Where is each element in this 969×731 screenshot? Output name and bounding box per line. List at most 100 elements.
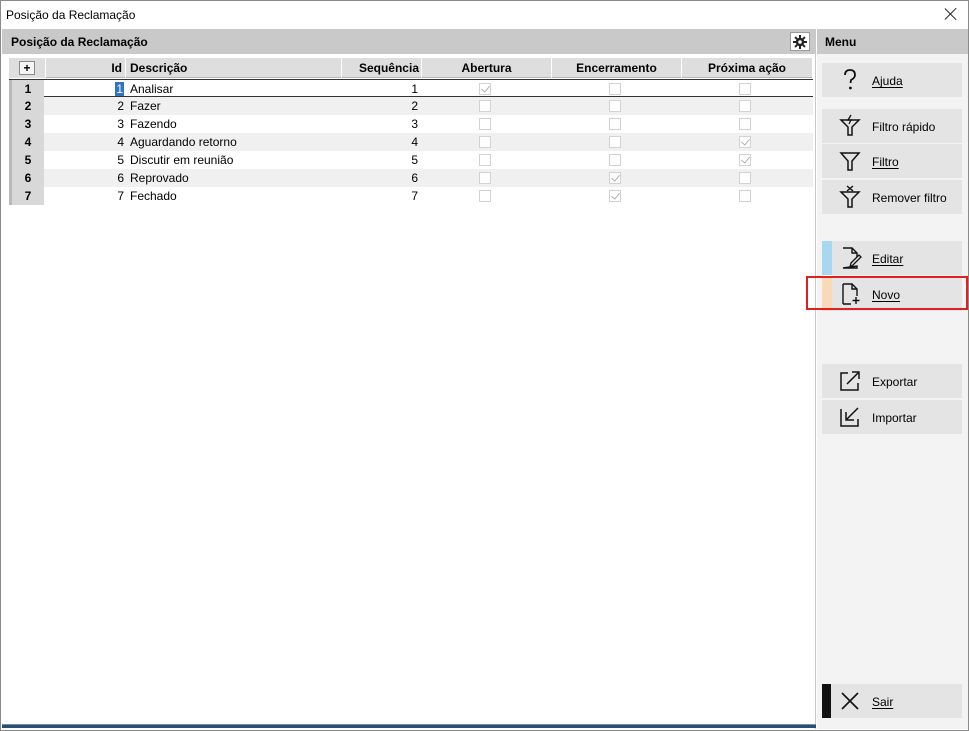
table-row[interactable]: 6 6 Reprovado 6	[9, 169, 813, 187]
checkbox-abertura[interactable]	[479, 172, 491, 184]
checkbox-abertura[interactable]	[479, 136, 491, 148]
table-row[interactable]: 1 1 Analisar 1	[9, 79, 813, 98]
cell-descricao[interactable]: Fazer	[130, 97, 340, 115]
close-window-button[interactable]	[942, 5, 960, 23]
cell-id[interactable]: 6	[46, 169, 124, 187]
import-icon	[838, 405, 862, 429]
remove-filter-label: Remover filtro	[872, 191, 947, 205]
checkbox-encerramento[interactable]	[609, 172, 621, 184]
exit-accent	[822, 684, 831, 718]
filter-label: Filtro	[872, 155, 899, 169]
cell-descricao[interactable]: Fazendo	[130, 115, 340, 133]
add-row-button[interactable]: +	[19, 61, 35, 75]
import-label: Importar	[872, 411, 917, 425]
edit-button[interactable]: Editar	[822, 241, 962, 275]
remove-filter-button[interactable]: Remover filtro	[822, 180, 962, 214]
checkbox-encerramento[interactable]	[609, 190, 621, 202]
checkbox-abertura[interactable]	[479, 83, 491, 95]
export-button[interactable]: Exportar	[822, 364, 962, 398]
checkbox-abertura[interactable]	[479, 190, 491, 202]
cell-sequencia[interactable]: 4	[342, 133, 418, 151]
table-row[interactable]: 7 7 Fechado 7	[9, 187, 813, 205]
cell-descricao[interactable]: Reprovado	[130, 169, 340, 187]
cell-descricao[interactable]: Discutir em reunião	[130, 151, 340, 169]
cell-id-value: 3	[117, 117, 124, 131]
column-header-sequencia[interactable]: Sequência	[342, 58, 422, 78]
checkbox-abertura[interactable]	[479, 100, 491, 112]
checkbox-encerramento[interactable]	[609, 83, 621, 95]
table-row[interactable]: 4 4 Aguardando retorno 4	[9, 133, 813, 151]
checkbox-proxima-acao[interactable]	[739, 136, 751, 148]
table-row[interactable]: 2 2 Fazer 2	[9, 97, 813, 115]
column-header-id[interactable]: Id	[46, 58, 126, 78]
cell-descricao[interactable]: Aguardando retorno	[130, 133, 340, 151]
cell-id[interactable]: 3	[46, 115, 124, 133]
new-document-icon	[838, 282, 862, 306]
column-header-encerramento[interactable]: Encerramento	[552, 58, 682, 78]
grid-header: + Id Descrição Sequência Abertura Encerr…	[9, 58, 813, 78]
cell-sequencia[interactable]: 2	[342, 97, 418, 115]
row-number[interactable]: 1	[9, 80, 44, 98]
edit-document-icon	[838, 246, 862, 270]
row-number[interactable]: 2	[9, 97, 44, 115]
help-label: Ajuda	[872, 74, 903, 88]
row-number[interactable]: 7	[9, 187, 44, 205]
export-icon	[838, 369, 862, 393]
column-header-abertura[interactable]: Abertura	[422, 58, 552, 78]
checkbox-abertura[interactable]	[479, 154, 491, 166]
remove-filter-icon	[838, 185, 862, 209]
checkbox-encerramento[interactable]	[609, 154, 621, 166]
table-row[interactable]: 5 5 Discutir em reunião 5	[9, 151, 813, 169]
cell-id-value: 1	[115, 82, 124, 96]
checkbox-proxima-acao[interactable]	[739, 100, 751, 112]
cell-id[interactable]: 1	[46, 80, 124, 98]
main-panel: Posição da Reclamação + Id Descrição Seq…	[2, 29, 816, 729]
cell-descricao[interactable]: Analisar	[130, 80, 340, 98]
cell-id[interactable]: 2	[46, 97, 124, 115]
row-number[interactable]: 5	[9, 151, 44, 169]
cell-id[interactable]: 4	[46, 133, 124, 151]
cell-id[interactable]: 7	[46, 187, 124, 205]
checkbox-encerramento[interactable]	[609, 136, 621, 148]
row-number[interactable]: 3	[9, 115, 44, 133]
import-button[interactable]: Importar	[822, 400, 962, 434]
cell-descricao[interactable]: Fechado	[130, 187, 340, 205]
edit-label: Editar	[872, 252, 904, 266]
cell-id-value: 2	[117, 99, 124, 113]
checkbox-proxima-acao[interactable]	[739, 118, 751, 130]
menu-header: Menu	[817, 29, 968, 54]
column-header-proxima-acao[interactable]: Próxima ação	[682, 58, 813, 78]
export-label: Exportar	[872, 375, 918, 389]
checkbox-abertura[interactable]	[479, 118, 491, 130]
table-row[interactable]: 3 3 Fazendo 3	[9, 115, 813, 133]
cell-id-value: 6	[117, 171, 124, 185]
help-button[interactable]: Ajuda	[822, 63, 962, 97]
row-number[interactable]: 6	[9, 169, 44, 187]
new-button[interactable]: Novo	[822, 277, 962, 311]
checkbox-encerramento[interactable]	[609, 100, 621, 112]
exit-label: Sair	[872, 695, 894, 709]
panel-title: Posição da Reclamação	[11, 35, 148, 49]
side-menu: Menu Ajuda Filtro rápido Filtro Remover	[817, 29, 968, 729]
cell-sequencia[interactable]: 3	[342, 115, 418, 133]
cell-id-value: 5	[117, 153, 124, 167]
gear-icon[interactable]	[790, 32, 810, 51]
checkbox-proxima-acao[interactable]	[739, 172, 751, 184]
checkbox-encerramento[interactable]	[609, 118, 621, 130]
quick-filter-button[interactable]: Filtro rápido	[822, 109, 962, 143]
column-header-descricao[interactable]: Descrição	[126, 58, 342, 78]
cell-id[interactable]: 5	[46, 151, 124, 169]
row-number[interactable]: 4	[9, 133, 44, 151]
app-window: Posição da Reclamação Posição da Reclama…	[0, 0, 969, 731]
exit-button[interactable]: Sair	[822, 684, 962, 718]
cell-sequencia[interactable]: 7	[342, 187, 418, 205]
filter-button[interactable]: Filtro	[822, 144, 962, 178]
cell-sequencia[interactable]: 1	[342, 80, 418, 98]
cell-sequencia[interactable]: 5	[342, 151, 418, 169]
window-title: Posição da Reclamação	[6, 8, 136, 22]
checkbox-proxima-acao[interactable]	[739, 83, 751, 95]
cell-sequencia[interactable]: 6	[342, 169, 418, 187]
checkbox-proxima-acao[interactable]	[739, 154, 751, 166]
cell-id-value: 4	[117, 135, 124, 149]
checkbox-proxima-acao[interactable]	[739, 190, 751, 202]
